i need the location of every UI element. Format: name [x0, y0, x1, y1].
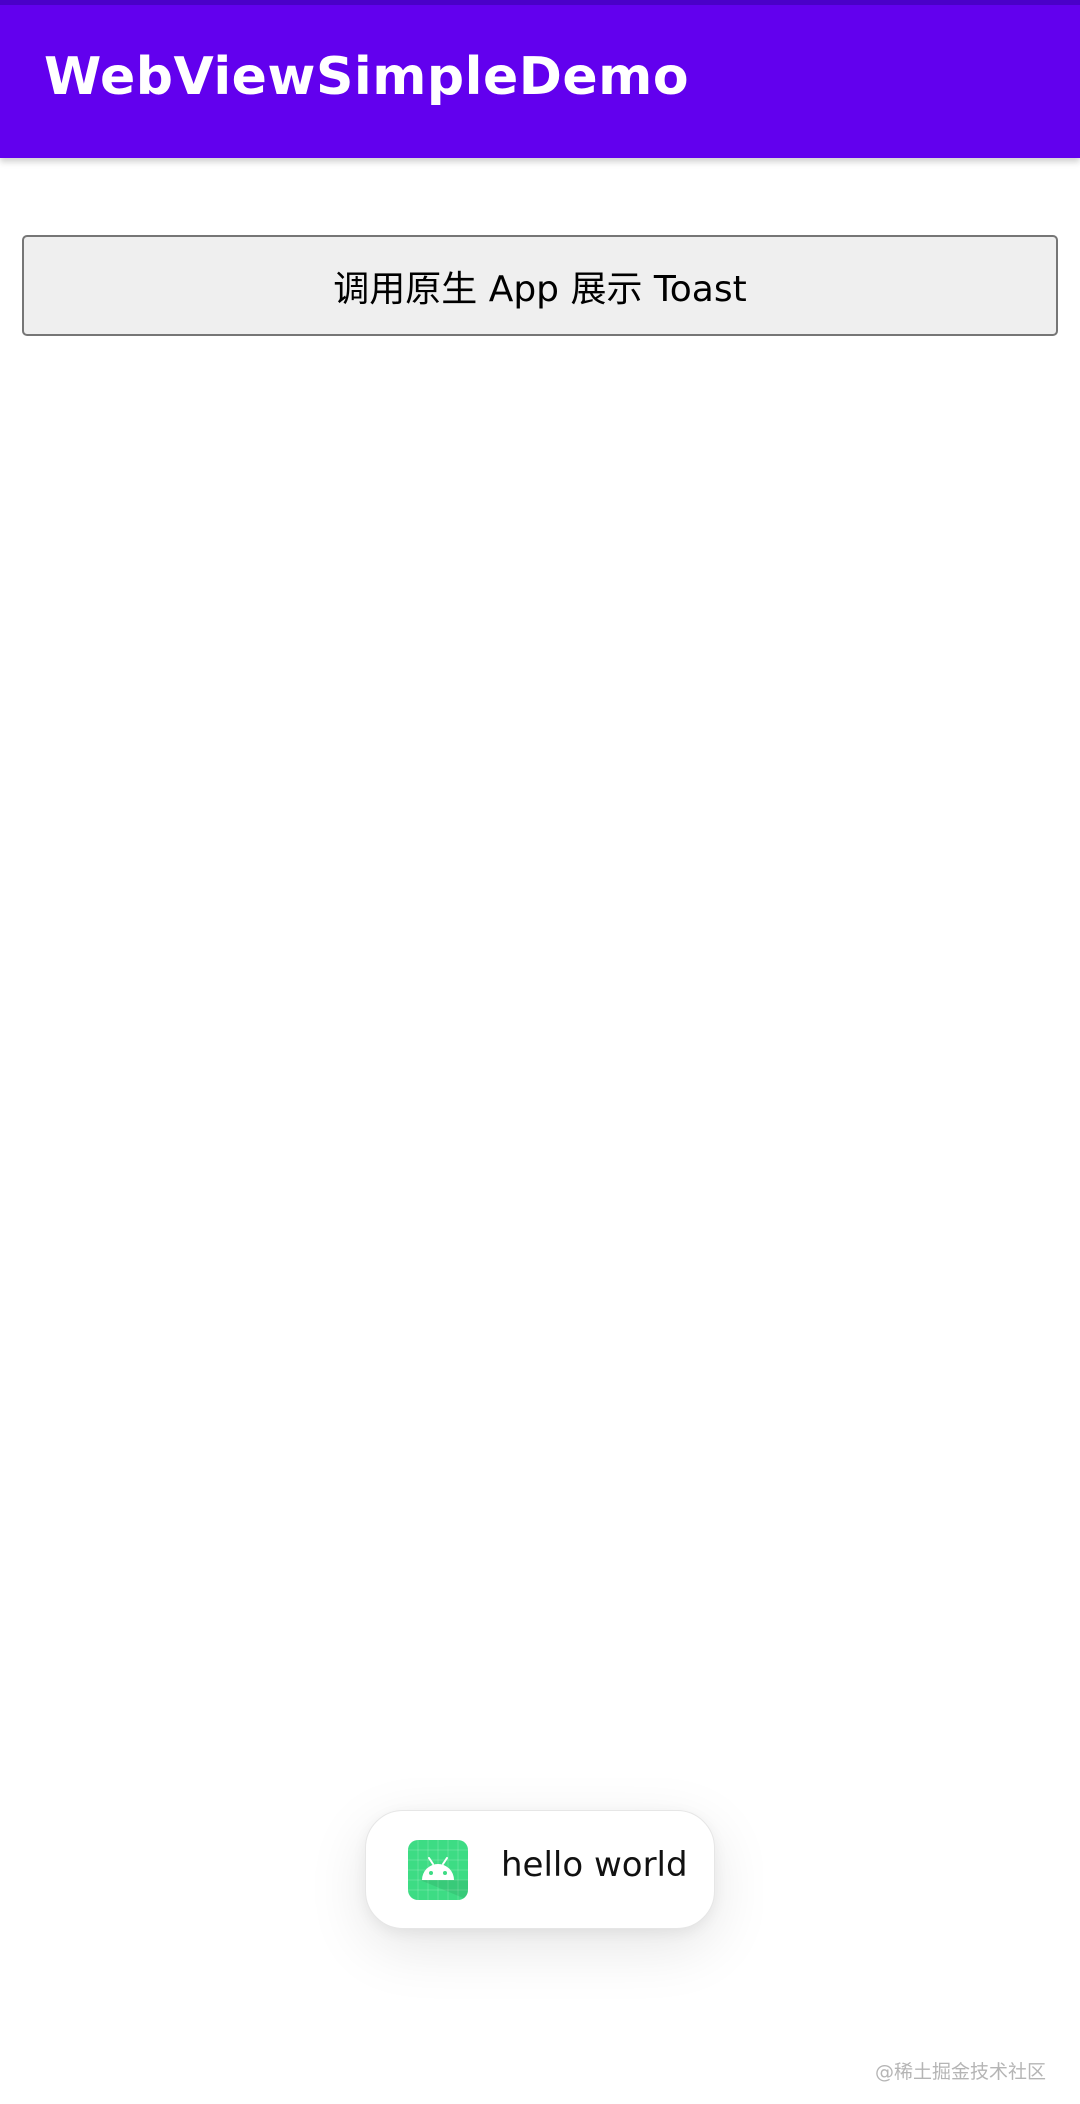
app-bar: WebViewSimpleDemo [0, 0, 1080, 158]
toast-message: hello world [501, 1845, 688, 1885]
watermark: @稀土掘金技术社区 [874, 2061, 1046, 2083]
android-app-icon [408, 1840, 468, 1900]
show-toast-button[interactable]: 调用原生 App 展示 Toast [22, 235, 1058, 336]
app-title: WebViewSimpleDemo [44, 47, 690, 107]
toast-popup: hello world [365, 1810, 715, 1929]
